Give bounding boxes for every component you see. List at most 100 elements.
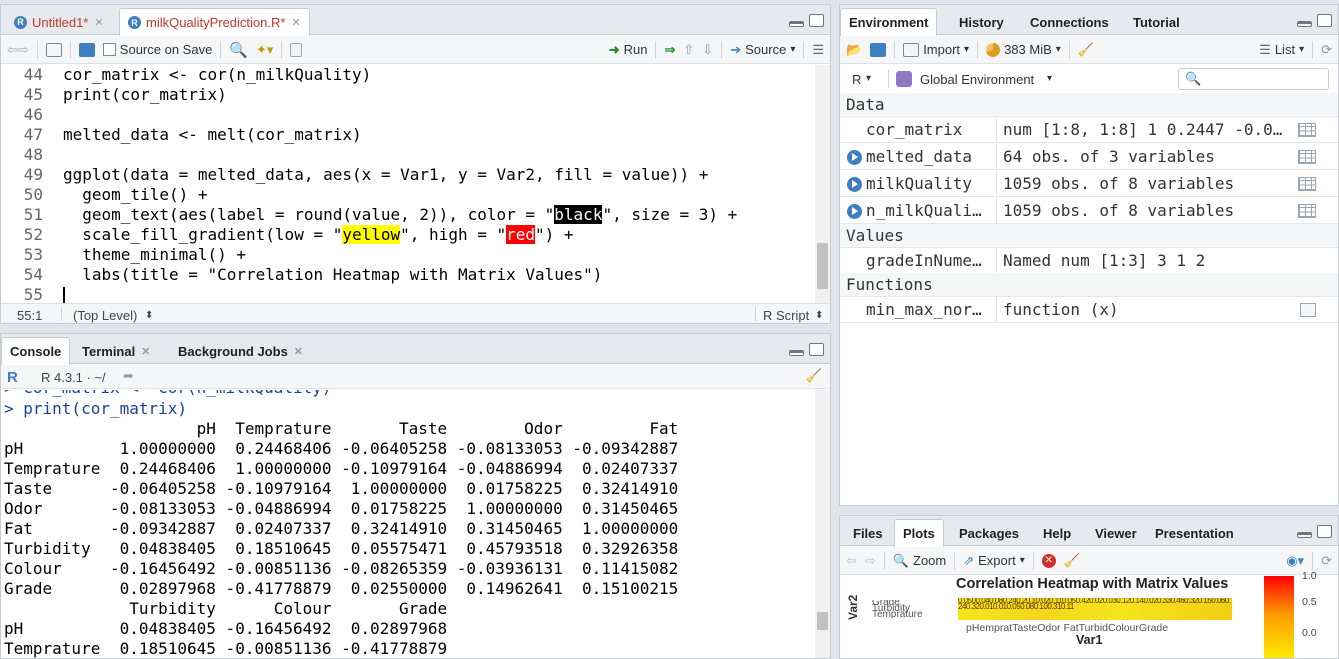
view-label: List — [1274, 42, 1296, 57]
chevron-down-icon[interactable]: ▾ — [1299, 44, 1304, 55]
back-icon[interactable]: ⇦⇨ — [7, 42, 29, 58]
broom-icon[interactable]: 🧹 — [1064, 553, 1080, 569]
tab-history[interactable]: History — [950, 8, 1013, 35]
minimize-icon[interactable] — [789, 350, 804, 356]
remove-plot-icon[interactable]: ✕ — [1041, 553, 1056, 568]
env-row-gradeinnumeric[interactable]: gradeInNume… Named num [1:3] 3 1 2 — [840, 248, 1338, 274]
maximize-icon[interactable] — [809, 14, 824, 27]
tab-viewer[interactable]: Viewer — [1086, 519, 1146, 546]
checkbox-icon[interactable] — [102, 43, 116, 56]
go-down-icon[interactable]: ⇩ — [702, 42, 713, 58]
tab-connections[interactable]: Connections — [1021, 8, 1118, 35]
magic-wand-icon[interactable]: ✦▾ — [256, 42, 273, 58]
publish-icon[interactable]: ◉▾ — [1286, 553, 1304, 569]
run-button[interactable]: ➜ Run — [609, 42, 648, 58]
show-in-window-icon[interactable] — [45, 42, 62, 57]
tab-label: Untitled1* — [32, 14, 89, 30]
search-input[interactable] — [1205, 70, 1323, 88]
chevron-down-icon[interactable]: ▾ — [1020, 555, 1025, 566]
language-selector[interactable]: R — [852, 72, 861, 87]
close-icon[interactable]: ✕ — [94, 16, 103, 29]
view-function-icon[interactable] — [1300, 303, 1316, 317]
var-value: 1059 obs. of 8 variables — [996, 171, 1296, 197]
import-dataset-button[interactable]: Import ▾ — [903, 42, 969, 57]
view-grid-icon[interactable] — [1298, 123, 1316, 137]
chevron-down-icon[interactable]: ▾ — [964, 44, 969, 55]
line-number: 54 — [23, 265, 43, 284]
scrollbar-thumb[interactable] — [817, 612, 828, 630]
chevron-updown-icon[interactable]: ⬍ — [145, 310, 153, 321]
maximize-icon[interactable] — [1317, 525, 1332, 538]
minimize-icon[interactable] — [1297, 21, 1312, 27]
zoom-button[interactable]: 🔍 Zoom — [893, 553, 946, 569]
memory-usage-button[interactable]: 383 MiB ▾ — [986, 42, 1061, 57]
tab-milkqualityprediction[interactable]: R milkQualityPrediction.R* ✕ — [119, 8, 310, 36]
minimize-icon[interactable] — [1297, 532, 1312, 538]
maximize-icon[interactable] — [809, 343, 824, 356]
broom-icon[interactable]: 🧹 — [1078, 42, 1094, 58]
go-up-icon[interactable]: ⇧ — [683, 42, 694, 58]
clear-console-icon[interactable]: 🧹 — [806, 368, 822, 384]
tab-files[interactable]: Files — [844, 519, 892, 546]
console-output[interactable]: > cor_matrix <- cor(n_milkQuality) > pri… — [1, 390, 817, 658]
view-mode-selector[interactable]: ☰ List ▾ — [1259, 42, 1304, 58]
view-grid-icon[interactable] — [1298, 204, 1316, 218]
import-label: Import — [923, 42, 961, 57]
expand-arrow-icon[interactable] — [847, 204, 862, 219]
env-row-cor-matrix[interactable]: cor_matrix num [1:8, 1:8] 1 0.2447 -0.0… — [840, 117, 1338, 143]
env-row-milkquality[interactable]: milkQuality 1059 obs. of 8 variables — [840, 171, 1338, 197]
scope-selector[interactable]: (Top Level) — [73, 308, 137, 323]
tab-help[interactable]: Help — [1034, 519, 1080, 546]
tab-environment[interactable]: Environment — [840, 8, 938, 36]
next-plot-icon[interactable]: ⇨ — [865, 553, 876, 569]
refresh-icon[interactable]: ⟳ — [1321, 42, 1332, 58]
toolbar-divider — [1032, 551, 1034, 570]
rerun-icon[interactable]: ⇒ — [664, 42, 675, 58]
goto-dir-icon[interactable]: ➦ — [123, 368, 134, 384]
console-scrollbar[interactable] — [815, 390, 830, 658]
editor-scrollbar[interactable] — [815, 65, 830, 303]
window-controls — [1297, 525, 1332, 538]
env-row-min-max-normalize[interactable]: min_max_nor… function (x) — [840, 297, 1338, 323]
filetype-selector[interactable]: R Script — [763, 308, 809, 323]
source-on-save-checkbox[interactable]: Source on Save — [102, 42, 212, 57]
maximize-icon[interactable] — [1317, 14, 1332, 27]
tab-packages[interactable]: Packages — [950, 519, 1028, 546]
compile-report-icon[interactable] — [290, 42, 303, 57]
save-icon[interactable] — [870, 42, 887, 57]
open-folder-icon[interactable]: 📂 — [846, 42, 862, 58]
scrollbar-thumb[interactable] — [817, 243, 828, 289]
code-area[interactable]: 44 cor_matrix <- cor(n_milkQuality) 45 pri… — [1, 65, 817, 304]
tab-background-jobs[interactable]: Background Jobs ✕ — [169, 337, 312, 364]
expand-arrow-icon[interactable] — [847, 177, 862, 192]
search-icon[interactable]: 🔍 — [229, 41, 248, 59]
previous-plot-icon[interactable]: ⇦ — [846, 553, 857, 569]
chevron-down-icon[interactable]: ▾ — [1056, 44, 1061, 55]
minimize-icon[interactable] — [789, 21, 804, 27]
scope-selector[interactable]: Global Environment — [920, 72, 1034, 87]
tab-terminal[interactable]: Terminal ✕ — [73, 337, 159, 364]
export-button[interactable]: ⇗ Export ▾ — [963, 553, 1025, 569]
refresh-icon[interactable]: ⟳ — [1321, 553, 1332, 569]
source-button[interactable]: ➔ Source ▾ — [730, 42, 795, 58]
chevron-down-icon[interactable]: ▾ — [790, 44, 795, 55]
chevron-updown-icon[interactable]: ⬍ — [815, 310, 823, 321]
tab-console[interactable]: Console — [1, 337, 71, 365]
environment-search[interactable]: 🔍 — [1178, 68, 1329, 90]
env-row-melted-data[interactable]: melted_data 64 obs. of 3 variables — [840, 144, 1338, 170]
close-icon[interactable]: ✕ — [141, 345, 150, 358]
env-row-n-milkquality[interactable]: n_milkQuali… 1059 obs. of 8 variables — [840, 198, 1338, 224]
chevron-down-icon[interactable]: ▾ — [1047, 73, 1052, 84]
close-icon[interactable]: ✕ — [291, 16, 300, 29]
chevron-down-icon[interactable]: ▾ — [866, 73, 871, 84]
view-grid-icon[interactable] — [1298, 177, 1316, 191]
tab-presentation[interactable]: Presentation — [1146, 519, 1243, 546]
tab-tutorial[interactable]: Tutorial — [1124, 8, 1189, 35]
tab-plots[interactable]: Plots — [894, 519, 944, 547]
save-icon[interactable] — [78, 42, 95, 57]
tab-untitled1[interactable]: R Untitled1* ✕ — [5, 8, 113, 35]
close-icon[interactable]: ✕ — [294, 345, 303, 358]
outline-icon[interactable]: ☰ — [812, 42, 824, 58]
view-grid-icon[interactable] — [1298, 150, 1316, 164]
expand-arrow-icon[interactable] — [847, 150, 862, 165]
